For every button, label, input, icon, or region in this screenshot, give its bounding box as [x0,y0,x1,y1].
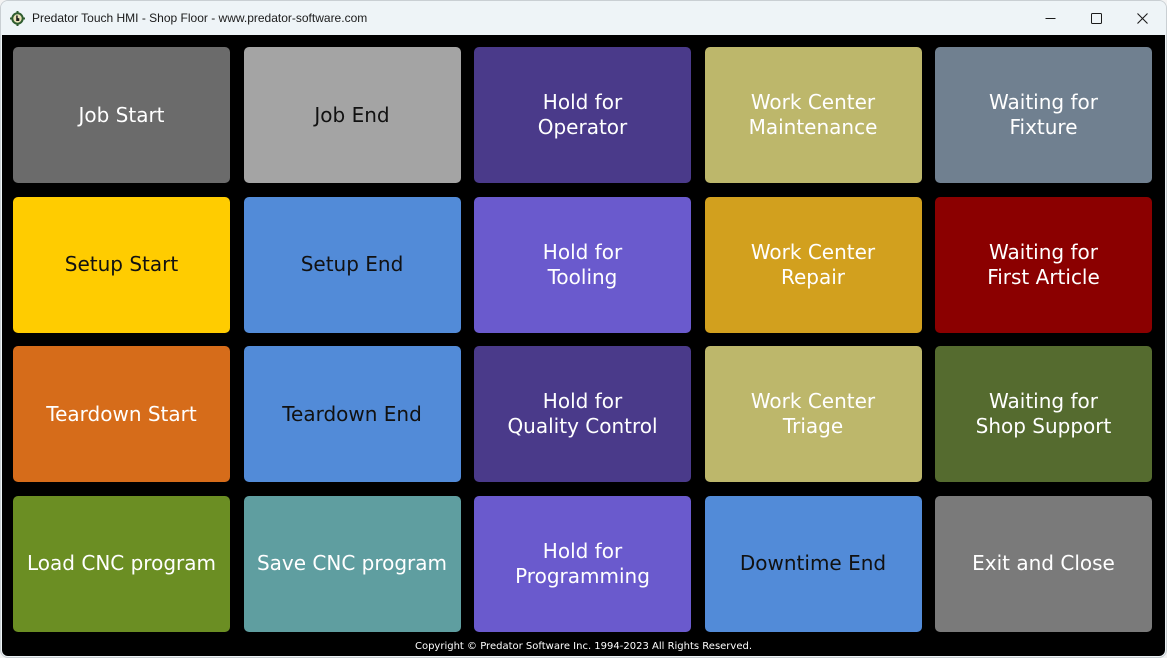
maximize-icon [1090,9,1102,28]
button-label: Work Center Maintenance [748,90,878,139]
button-label: Hold for Quality Control [507,389,658,438]
job-end-button[interactable]: Job End [243,47,461,183]
load-cnc-program-button[interactable]: Load CNC program [13,495,230,632]
action-button-grid: Job Start Job End Hold for Operator Work Ce… [13,47,1152,632]
button-label: Waiting for First Article [987,239,1100,289]
hold-for-tooling-button[interactable]: Hold for Tooling [474,196,691,333]
maximize-button[interactable] [1073,1,1119,35]
hold-for-operator-button[interactable]: Hold for Operator [474,47,691,183]
button-label: Job End [314,102,390,127]
button-label: Hold for Programming [515,538,650,588]
save-cnc-program-button[interactable]: Save CNC program [243,495,461,632]
work-center-triage-button[interactable]: Work Center Triage [704,346,922,482]
waiting-for-shop-support-button[interactable]: Waiting for Shop Support [935,346,1152,482]
minimize-icon [1045,9,1056,28]
waiting-for-fixture-button[interactable]: Waiting for Fixture [935,47,1152,183]
teardown-start-button[interactable]: Teardown Start [13,346,230,482]
work-center-repair-button[interactable]: Work Center Repair [704,196,922,333]
button-label: Teardown End [282,401,422,426]
close-icon [1136,9,1148,28]
button-label: Hold for Operator [537,90,628,139]
teardown-end-button[interactable]: Teardown End [243,346,461,482]
waiting-for-first-article-button[interactable]: Waiting for First Article [935,196,1152,333]
downtime-end-button[interactable]: Downtime End [704,495,922,632]
title-bar[interactable]: Predator Touch HMI - Shop Floor - www.pr… [1,1,1166,35]
app-window: Predator Touch HMI - Shop Floor - www.pr… [0,0,1167,658]
button-label: Teardown Start [46,401,197,426]
copyright-footer: Copyright © Predator Software Inc. 1994-… [414,641,753,652]
window-title: Predator Touch HMI - Shop Floor - www.pr… [32,11,368,25]
button-label: Downtime End [739,551,887,575]
button-label: Hold for Tooling [542,239,623,289]
hold-for-quality-control-button[interactable]: Hold for Quality Control [474,346,691,482]
button-label: Job Start [78,102,165,127]
setup-start-button[interactable]: Setup Start [13,196,230,333]
button-label: Setup End [300,252,404,276]
hmi-panel: Job Start Job End Hold for Operator Work Ce… [2,35,1165,656]
close-button[interactable] [1119,1,1165,35]
button-label: Setup Start [64,252,179,276]
job-start-button[interactable]: Job Start [13,47,230,183]
button-label: Load CNC program [27,551,216,575]
button-label: Work Center Repair [750,239,876,289]
button-label: Waiting for Shop Support [975,389,1112,438]
work-center-maintenance-button[interactable]: Work Center Maintenance [704,47,922,183]
hold-for-programming-button[interactable]: Hold for Programming [474,495,691,632]
button-label: Exit and Close [972,551,1115,575]
setup-end-button[interactable]: Setup End [243,196,461,333]
button-label: Work Center Triage [750,389,876,438]
button-label: Save CNC program [256,551,448,575]
exit-and-close-button[interactable]: Exit and Close [935,495,1152,632]
button-label: Waiting for Fixture [989,90,1098,139]
gear-hand-icon [10,11,25,26]
minimize-button[interactable] [1027,1,1073,35]
